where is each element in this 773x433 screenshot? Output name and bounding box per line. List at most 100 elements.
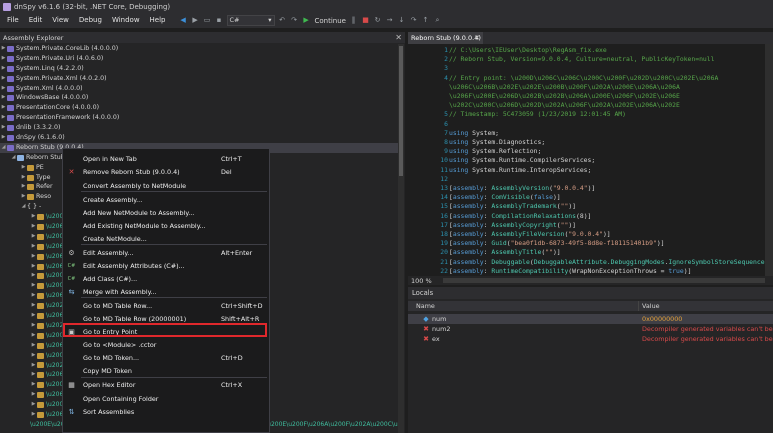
- context-menu-item-add-class-c[interactable]: C# Add Class (C#)...: [63, 273, 269, 285]
- context-menu-item-sort-assemblies[interactable]: ⇅ Sort Assemblies: [63, 406, 269, 418]
- expand-arrow-icon[interactable]: ▶: [0, 44, 7, 54]
- tree-item[interactable]: ▶ dnSpy (6.1.6.0): [0, 133, 400, 143]
- expand-arrow-icon[interactable]: ▶: [30, 281, 37, 291]
- expand-arrow-icon[interactable]: ▶: [30, 390, 37, 400]
- expand-arrow-icon[interactable]: ▶: [30, 291, 37, 301]
- tree-item[interactable]: ▶ PresentationFramework (4.0.0.0): [0, 113, 400, 123]
- menu-help[interactable]: Help: [145, 13, 171, 28]
- menu-window[interactable]: Window: [107, 13, 145, 28]
- context-menu-item-open-containing-folder[interactable]: Open Containing Folder: [63, 393, 269, 405]
- code-editor[interactable]: 1// C:\Users\IEUser\Desktop\RegAsm_fix.e…: [408, 44, 773, 276]
- step-out-icon[interactable]: ↑: [421, 16, 430, 25]
- expand-arrow-icon[interactable]: ▶: [30, 242, 37, 252]
- forward-icon[interactable]: ▶: [191, 16, 200, 25]
- expand-arrow-icon[interactable]: ▶: [0, 84, 7, 94]
- context-menu-item-add-new-netmodule-to-assembly[interactable]: Add New NetModule to Assembly...: [63, 207, 269, 219]
- zoom-level[interactable]: 100 %: [411, 277, 432, 285]
- expand-arrow-icon[interactable]: ▶: [30, 410, 37, 420]
- context-menu-item-go-to-md-token[interactable]: Go to MD Token... Ctrl+D: [63, 352, 269, 364]
- expand-arrow-icon[interactable]: ▶: [0, 133, 7, 143]
- expand-arrow-icon[interactable]: ▶: [30, 311, 37, 321]
- expand-arrow-icon[interactable]: ▶: [30, 212, 37, 222]
- context-menu-item-copy-md-token[interactable]: Copy MD Token: [63, 365, 269, 377]
- tab-close-icon[interactable]: ✕: [474, 32, 480, 44]
- context-menu-item-open-in-new-tab[interactable]: Open in New Tab Ctrl+T: [63, 153, 269, 165]
- expand-arrow-icon[interactable]: ▶: [30, 252, 37, 262]
- column-header-value[interactable]: Value: [639, 301, 660, 311]
- continue-button[interactable]: Continue: [315, 17, 346, 25]
- collapse-arrow-icon[interactable]: ◢: [20, 202, 27, 212]
- column-header-name[interactable]: Name: [408, 301, 639, 311]
- expand-arrow-icon[interactable]: ▶: [0, 64, 7, 74]
- continue-icon[interactable]: ▶: [302, 16, 311, 25]
- expand-arrow-icon[interactable]: ▶: [0, 93, 7, 103]
- expand-arrow-icon[interactable]: ▶: [20, 192, 27, 202]
- expand-arrow-icon[interactable]: ▶: [30, 222, 37, 232]
- expand-arrow-icon[interactable]: ▶: [20, 182, 27, 192]
- expand-arrow-icon[interactable]: ▶: [0, 113, 7, 123]
- tree-item[interactable]: ▶ WindowsBase (4.0.0.0): [0, 93, 400, 103]
- tree-item[interactable]: ▶ System.Private.Uri (4.0.6.0): [0, 54, 400, 64]
- locals-row[interactable]: ✖ num2 Decompiler generated variables can'…: [408, 324, 773, 334]
- expand-arrow-icon[interactable]: ▶: [0, 123, 7, 133]
- context-menu-item-open-hex-editor[interactable]: ▦ Open Hex Editor Ctrl+X: [63, 379, 269, 391]
- language-select[interactable]: C# ▾: [226, 15, 275, 26]
- expand-arrow-icon[interactable]: ▶: [0, 103, 7, 113]
- editor-horizontal-scrollbar[interactable]: [443, 278, 765, 283]
- menu-file[interactable]: File: [2, 13, 24, 28]
- expand-arrow-icon[interactable]: ▶: [30, 232, 37, 242]
- tree-item[interactable]: ▶ System.Private.CoreLib (4.0.0.0): [0, 44, 400, 54]
- expand-arrow-icon[interactable]: ▶: [30, 301, 37, 311]
- expand-arrow-icon[interactable]: ▶: [30, 380, 37, 390]
- redo-icon[interactable]: ↷: [290, 16, 299, 25]
- close-icon[interactable]: ✕: [395, 33, 402, 42]
- context-menu-item-go-to-md-table-row[interactable]: Go to MD Table Row... Ctrl+Shift+D: [63, 300, 269, 312]
- context-menu-item-merge-with-assembly[interactable]: ⇆ Merge with Assembly...: [63, 286, 269, 298]
- back-icon[interactable]: ◀: [179, 16, 188, 25]
- expand-arrow-icon[interactable]: ▶: [30, 361, 37, 371]
- expand-arrow-icon[interactable]: ▶: [30, 400, 37, 410]
- expand-arrow-icon[interactable]: ▶: [30, 271, 37, 281]
- expand-arrow-icon[interactable]: ▶: [30, 351, 37, 361]
- step-over-icon[interactable]: ↷: [409, 16, 418, 25]
- expand-arrow-icon[interactable]: ▶: [30, 331, 37, 341]
- menu-edit[interactable]: Edit: [24, 13, 48, 28]
- expand-arrow-icon[interactable]: ▶: [30, 370, 37, 380]
- context-menu-item-convert-assembly-to-netmodule[interactable]: Convert Assembly to NetModule: [63, 180, 269, 192]
- menu-debug[interactable]: Debug: [74, 13, 107, 28]
- expand-arrow-icon[interactable]: ▶: [20, 163, 27, 173]
- editor-scrollbar[interactable]: [765, 44, 773, 276]
- context-menu-item-create-assembly[interactable]: Create Assembly...: [63, 194, 269, 206]
- assembly-explorer-scrollbar-thumb[interactable]: [399, 46, 403, 176]
- restart-icon[interactable]: ↻: [373, 16, 382, 25]
- tree-item[interactable]: ▶ System.Private.Xml (4.0.2.0): [0, 74, 400, 84]
- locals-row[interactable]: ◆ num 0x00000000: [408, 314, 773, 324]
- tree-item[interactable]: ▶ dnlib (3.3.2.0): [0, 123, 400, 133]
- expand-arrow-icon[interactable]: ▶: [20, 173, 27, 183]
- context-menu-item-edit-assembly-attributes-c[interactable]: C# Edit Assembly Attributes (C#)...: [63, 260, 269, 272]
- undo-icon[interactable]: ↶: [278, 16, 287, 25]
- step-into-icon[interactable]: ↓: [397, 16, 406, 25]
- context-menu-item-create-netmodule[interactable]: Create NetModule...: [63, 233, 269, 245]
- context-menu-item-remove-reborn-stub-9-0-0-4[interactable]: ✕ Remove Reborn Stub (9.0.0.4) Del: [63, 166, 269, 178]
- context-menu-item-add-existing-netmodule-to-assembly[interactable]: Add Existing NetModule to Assembly...: [63, 220, 269, 232]
- expand-arrow-icon[interactable]: ▶: [0, 54, 7, 64]
- menu-view[interactable]: View: [47, 13, 74, 28]
- search-icon[interactable]: ⌕: [433, 16, 442, 25]
- context-menu-item-go-to-module-cctor[interactable]: Go to <Module> .cctor: [63, 339, 269, 351]
- expand-arrow-icon[interactable]: ▶: [30, 341, 37, 351]
- stop-icon[interactable]: ■: [361, 16, 370, 25]
- tree-item[interactable]: ▶ PresentationCore (4.0.0.0): [0, 103, 400, 113]
- tab-reborn-stub[interactable]: Reborn Stub (9.0.0.4) ✕: [408, 32, 483, 44]
- expand-arrow-icon[interactable]: ▶: [0, 74, 7, 84]
- show-next-statement-icon[interactable]: →: [385, 16, 394, 25]
- tree-item[interactable]: ▶ System.Xml (4.0.0.0): [0, 84, 400, 94]
- collapse-arrow-icon[interactable]: ◢: [0, 143, 7, 153]
- open-folder-icon[interactable]: ▭: [203, 16, 212, 25]
- save-icon[interactable]: ▪: [215, 16, 224, 25]
- context-menu-item-edit-assembly[interactable]: ⚙ Edit Assembly... Alt+Enter: [63, 247, 269, 259]
- expand-arrow-icon[interactable]: ▶: [30, 262, 37, 272]
- expand-arrow-icon[interactable]: ▶: [30, 321, 37, 331]
- locals-row[interactable]: ✖ ex Decompiler generated variables can't …: [408, 334, 773, 344]
- collapse-arrow-icon[interactable]: ◢: [10, 153, 17, 163]
